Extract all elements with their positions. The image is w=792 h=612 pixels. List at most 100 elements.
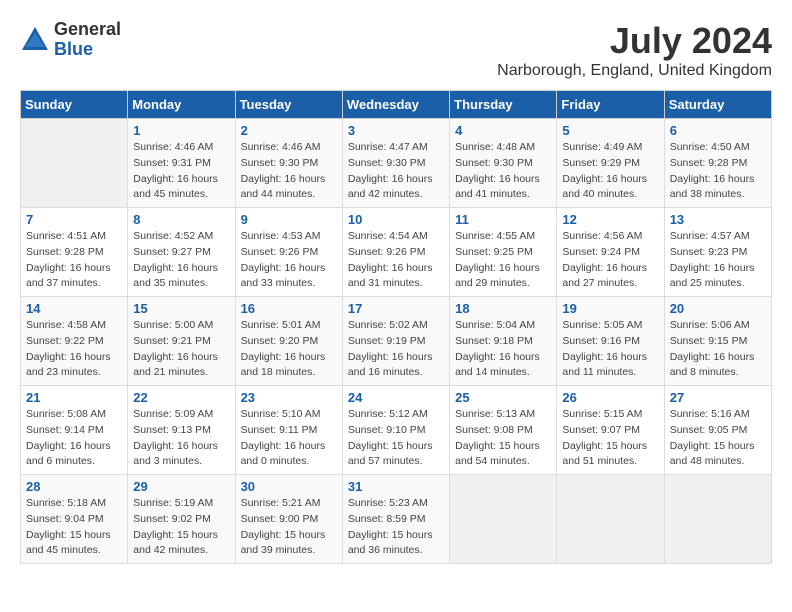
day-number: 2 [241,123,337,138]
calendar-subtitle: Narborough, England, United Kingdom [497,62,772,80]
header-day-saturday: Saturday [664,91,771,119]
calendar-table: SundayMondayTuesdayWednesdayThursdayFrid… [20,90,772,564]
calendar-header: SundayMondayTuesdayWednesdayThursdayFrid… [21,91,772,119]
calendar-cell: 28 Sunrise: 5:18 AMSunset: 9:04 PMDayligh… [21,475,128,564]
day-number: 13 [670,212,766,227]
calendar-cell: 11 Sunrise: 4:55 AMSunset: 9:25 PMDayligh… [450,208,557,297]
calendar-cell [21,119,128,208]
day-number: 19 [562,301,658,316]
day-number: 26 [562,390,658,405]
header-day-wednesday: Wednesday [342,91,449,119]
day-number: 28 [26,479,122,494]
calendar-cell: 20Sunrise: 5:06 AMSunset: 9:15 PMDayligh… [664,297,771,386]
day-info: Sunrise: 5:10 AMSunset: 9:11 PMDaylight:… [241,407,337,470]
calendar-cell: 16Sunrise: 5:01 AMSunset: 9:20 PMDayligh… [235,297,342,386]
day-number: 12 [562,212,658,227]
calendar-cell [450,475,557,564]
header-day-monday: Monday [128,91,235,119]
calendar-cell: 26 Sunrise: 5:15 AMSunset: 9:07 PMDayligh… [557,386,664,475]
calendar-cell: 10 Sunrise: 4:54 AMSunset: 9:26 PMDayligh… [342,208,449,297]
calendar-cell: 14 Sunrise: 4:58 AMSunset: 9:22 PMDayligh… [21,297,128,386]
day-info: Sunrise: 5:19 AMSunset: 9:02 PMDaylight:… [133,496,229,559]
day-number: 21 [26,390,122,405]
calendar-cell: 9 Sunrise: 4:53 AMSunset: 9:26 PMDaylight… [235,208,342,297]
day-number: 31 [348,479,444,494]
day-info: Sunrise: 4:53 AMSunset: 9:26 PMDaylight:… [241,229,337,292]
calendar-cell: 22 Sunrise: 5:09 AMSunset: 9:13 PMDayligh… [128,386,235,475]
calendar-cell: 19 Sunrise: 5:05 AMSunset: 9:16 PMDayligh… [557,297,664,386]
calendar-cell: 24 Sunrise: 5:12 AMSunset: 9:10 PMDayligh… [342,386,449,475]
day-info: Sunrise: 5:04 AMSunset: 9:18 PMDaylight:… [455,318,551,381]
day-info: Sunrise: 5:15 AMSunset: 9:07 PMDaylight:… [562,407,658,470]
day-info: Sunrise: 5:21 AMSunset: 9:00 PMDaylight:… [241,496,337,559]
calendar-cell: 5Sunrise: 4:49 AMSunset: 9:29 PMDaylight… [557,119,664,208]
day-info: Sunrise: 4:57 AMSunset: 9:23 PMDaylight:… [670,229,766,292]
day-info: Sunrise: 4:48 AMSunset: 9:30 PMDaylight:… [455,140,551,203]
day-number: 24 [348,390,444,405]
day-info: Sunrise: 5:09 AMSunset: 9:13 PMDaylight:… [133,407,229,470]
day-info: Sunrise: 4:52 AMSunset: 9:27 PMDaylight:… [133,229,229,292]
day-number: 7 [26,212,122,227]
day-number: 8 [133,212,229,227]
day-number: 27 [670,390,766,405]
calendar-cell: 18Sunrise: 5:04 AMSunset: 9:18 PMDayligh… [450,297,557,386]
logo-line1: General [54,20,121,40]
calendar-cell [557,475,664,564]
day-number: 29 [133,479,229,494]
day-number: 14 [26,301,122,316]
day-number: 25 [455,390,551,405]
calendar-cell: 13 Sunrise: 4:57 AMSunset: 9:23 PMDayligh… [664,208,771,297]
week-row-2: 7Sunrise: 4:51 AMSunset: 9:28 PMDaylight… [21,208,772,297]
calendar-title: July 2024 [497,20,772,62]
day-info: Sunrise: 5:12 AMSunset: 9:10 PMDaylight:… [348,407,444,470]
calendar-cell: 6Sunrise: 4:50 AMSunset: 9:28 PMDaylight… [664,119,771,208]
day-info: Sunrise: 5:18 AMSunset: 9:04 PMDaylight:… [26,496,122,559]
day-info: Sunrise: 5:01 AMSunset: 9:20 PMDaylight:… [241,318,337,381]
header-day-sunday: Sunday [21,91,128,119]
day-number: 1 [133,123,229,138]
day-info: Sunrise: 4:58 AMSunset: 9:22 PMDaylight:… [26,318,122,381]
day-number: 10 [348,212,444,227]
header-row: SundayMondayTuesdayWednesdayThursdayFrid… [21,91,772,119]
day-number: 17 [348,301,444,316]
day-info: Sunrise: 4:56 AMSunset: 9:24 PMDaylight:… [562,229,658,292]
logo-icon [20,25,50,55]
day-info: Sunrise: 4:46 AMSunset: 9:31 PMDaylight:… [133,140,229,203]
day-info: Sunrise: 5:16 AMSunset: 9:05 PMDaylight:… [670,407,766,470]
calendar-cell: 30 Sunrise: 5:21 AMSunset: 9:00 PMDayligh… [235,475,342,564]
calendar-cell: 29 Sunrise: 5:19 AMSunset: 9:02 PMDayligh… [128,475,235,564]
day-info: Sunrise: 4:54 AMSunset: 9:26 PMDaylight:… [348,229,444,292]
calendar-cell: 4 Sunrise: 4:48 AMSunset: 9:30 PMDaylight… [450,119,557,208]
day-info: Sunrise: 5:00 AMSunset: 9:21 PMDaylight:… [133,318,229,381]
day-number: 4 [455,123,551,138]
day-info: Sunrise: 5:23 AMSunset: 8:59 PMDaylight:… [348,496,444,559]
calendar-body: 1 Sunrise: 4:46 AMSunset: 9:31 PMDaylight… [21,119,772,564]
day-info: Sunrise: 4:50 AMSunset: 9:28 PMDaylight:… [670,140,766,203]
calendar-cell: 25Sunrise: 5:13 AMSunset: 9:08 PMDayligh… [450,386,557,475]
day-info: Sunrise: 4:49 AMSunset: 9:29 PMDaylight:… [562,140,658,203]
week-row-4: 21 Sunrise: 5:08 AMSunset: 9:14 PMDayligh… [21,386,772,475]
header-day-friday: Friday [557,91,664,119]
day-info: Sunrise: 5:02 AMSunset: 9:19 PMDaylight:… [348,318,444,381]
day-info: Sunrise: 4:55 AMSunset: 9:25 PMDaylight:… [455,229,551,292]
page-header: General Blue July 2024 Narborough, Engla… [20,20,772,80]
calendar-cell: 7Sunrise: 4:51 AMSunset: 9:28 PMDaylight… [21,208,128,297]
calendar-cell: 17 Sunrise: 5:02 AMSunset: 9:19 PMDayligh… [342,297,449,386]
day-info: Sunrise: 5:08 AMSunset: 9:14 PMDaylight:… [26,407,122,470]
calendar-cell: 2Sunrise: 4:46 AMSunset: 9:30 PMDaylight… [235,119,342,208]
day-number: 15 [133,301,229,316]
day-info: Sunrise: 5:06 AMSunset: 9:15 PMDaylight:… [670,318,766,381]
title-block: July 2024 Narborough, England, United Ki… [497,20,772,80]
calendar-cell: 21 Sunrise: 5:08 AMSunset: 9:14 PMDayligh… [21,386,128,475]
calendar-cell [664,475,771,564]
calendar-cell: 27 Sunrise: 5:16 AMSunset: 9:05 PMDayligh… [664,386,771,475]
day-info: Sunrise: 5:05 AMSunset: 9:16 PMDaylight:… [562,318,658,381]
logo-line2: Blue [54,40,121,60]
day-number: 30 [241,479,337,494]
calendar-cell: 23Sunrise: 5:10 AMSunset: 9:11 PMDayligh… [235,386,342,475]
day-number: 9 [241,212,337,227]
day-number: 22 [133,390,229,405]
day-info: Sunrise: 4:47 AMSunset: 9:30 PMDaylight:… [348,140,444,203]
calendar-cell: 15 Sunrise: 5:00 AMSunset: 9:21 PMDayligh… [128,297,235,386]
day-number: 11 [455,212,551,227]
